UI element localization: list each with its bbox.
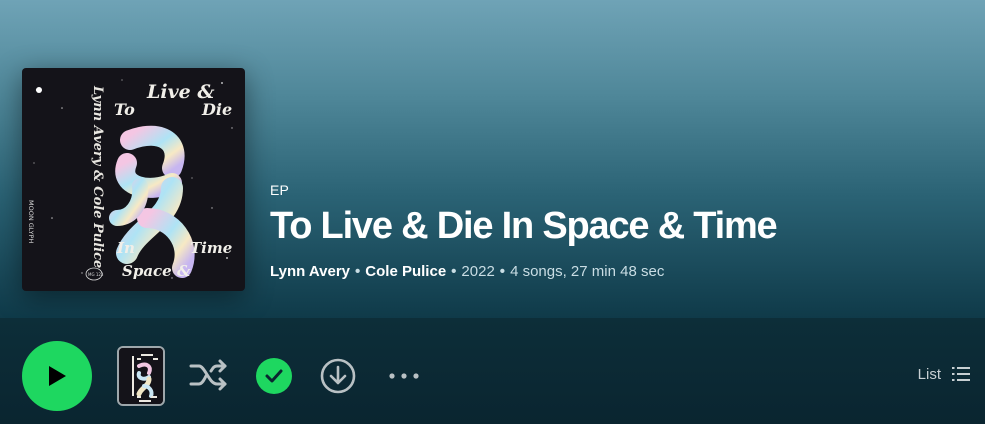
cover-catalog: MG 123	[88, 272, 104, 277]
download-icon	[320, 358, 356, 394]
album-meta: EP To Live & Die In Space & Time Lynn Av…	[270, 182, 778, 280]
view-label: List	[917, 365, 941, 383]
artist-link[interactable]: Cole Pulice	[365, 263, 446, 280]
mini-cover-art	[119, 348, 163, 404]
album-title: To Live & Die In Space & Time	[270, 205, 778, 247]
more-options-button[interactable]	[384, 363, 424, 389]
album-cover[interactable]: Live & To Die In Time Space & Lynn Avery…	[22, 68, 245, 291]
album-cover-art: Live & To Die In Time Space & Lynn Avery…	[27, 79, 233, 281]
cover-label: MOON GLYPH	[27, 200, 35, 243]
play-button[interactable]	[22, 341, 92, 411]
album-type: EP	[270, 182, 290, 198]
byline-separator: •	[355, 263, 361, 280]
check-icon	[265, 369, 283, 383]
artist-link[interactable]: Lynn Avery	[270, 263, 350, 280]
play-icon	[49, 366, 66, 386]
cover-text-die: Die	[201, 100, 232, 119]
cover-side-artists: Lynn Avery & Cole Pulice	[90, 85, 105, 268]
cover-text-time: Time	[190, 239, 232, 257]
action-bar: List	[0, 318, 985, 424]
view-toggle-button[interactable]: List	[918, 365, 971, 383]
album-byline: Lynn Avery • Cole Pulice • 2022 • 4 songs, 27 …	[270, 263, 777, 280]
cover-text-space: Space &	[122, 262, 191, 280]
cover-text-to: To	[114, 100, 135, 119]
album-header: Live & To Die In Time Space & Lynn Avery…	[0, 0, 985, 318]
mini-cover-button[interactable]	[117, 346, 165, 406]
download-button[interactable]	[320, 358, 356, 394]
cover-text-in: In	[116, 239, 135, 257]
saved-to-library-button[interactable]	[256, 358, 292, 394]
byline-separator: •	[451, 263, 457, 280]
release-year: 2022	[461, 263, 495, 280]
shuffle-button[interactable]	[188, 357, 230, 393]
more-icon	[389, 373, 419, 379]
album-stats: 4 songs, 27 min 48 sec	[510, 263, 665, 280]
list-icon	[952, 367, 970, 381]
byline-separator: •	[499, 263, 506, 280]
shuffle-icon	[189, 359, 227, 391]
